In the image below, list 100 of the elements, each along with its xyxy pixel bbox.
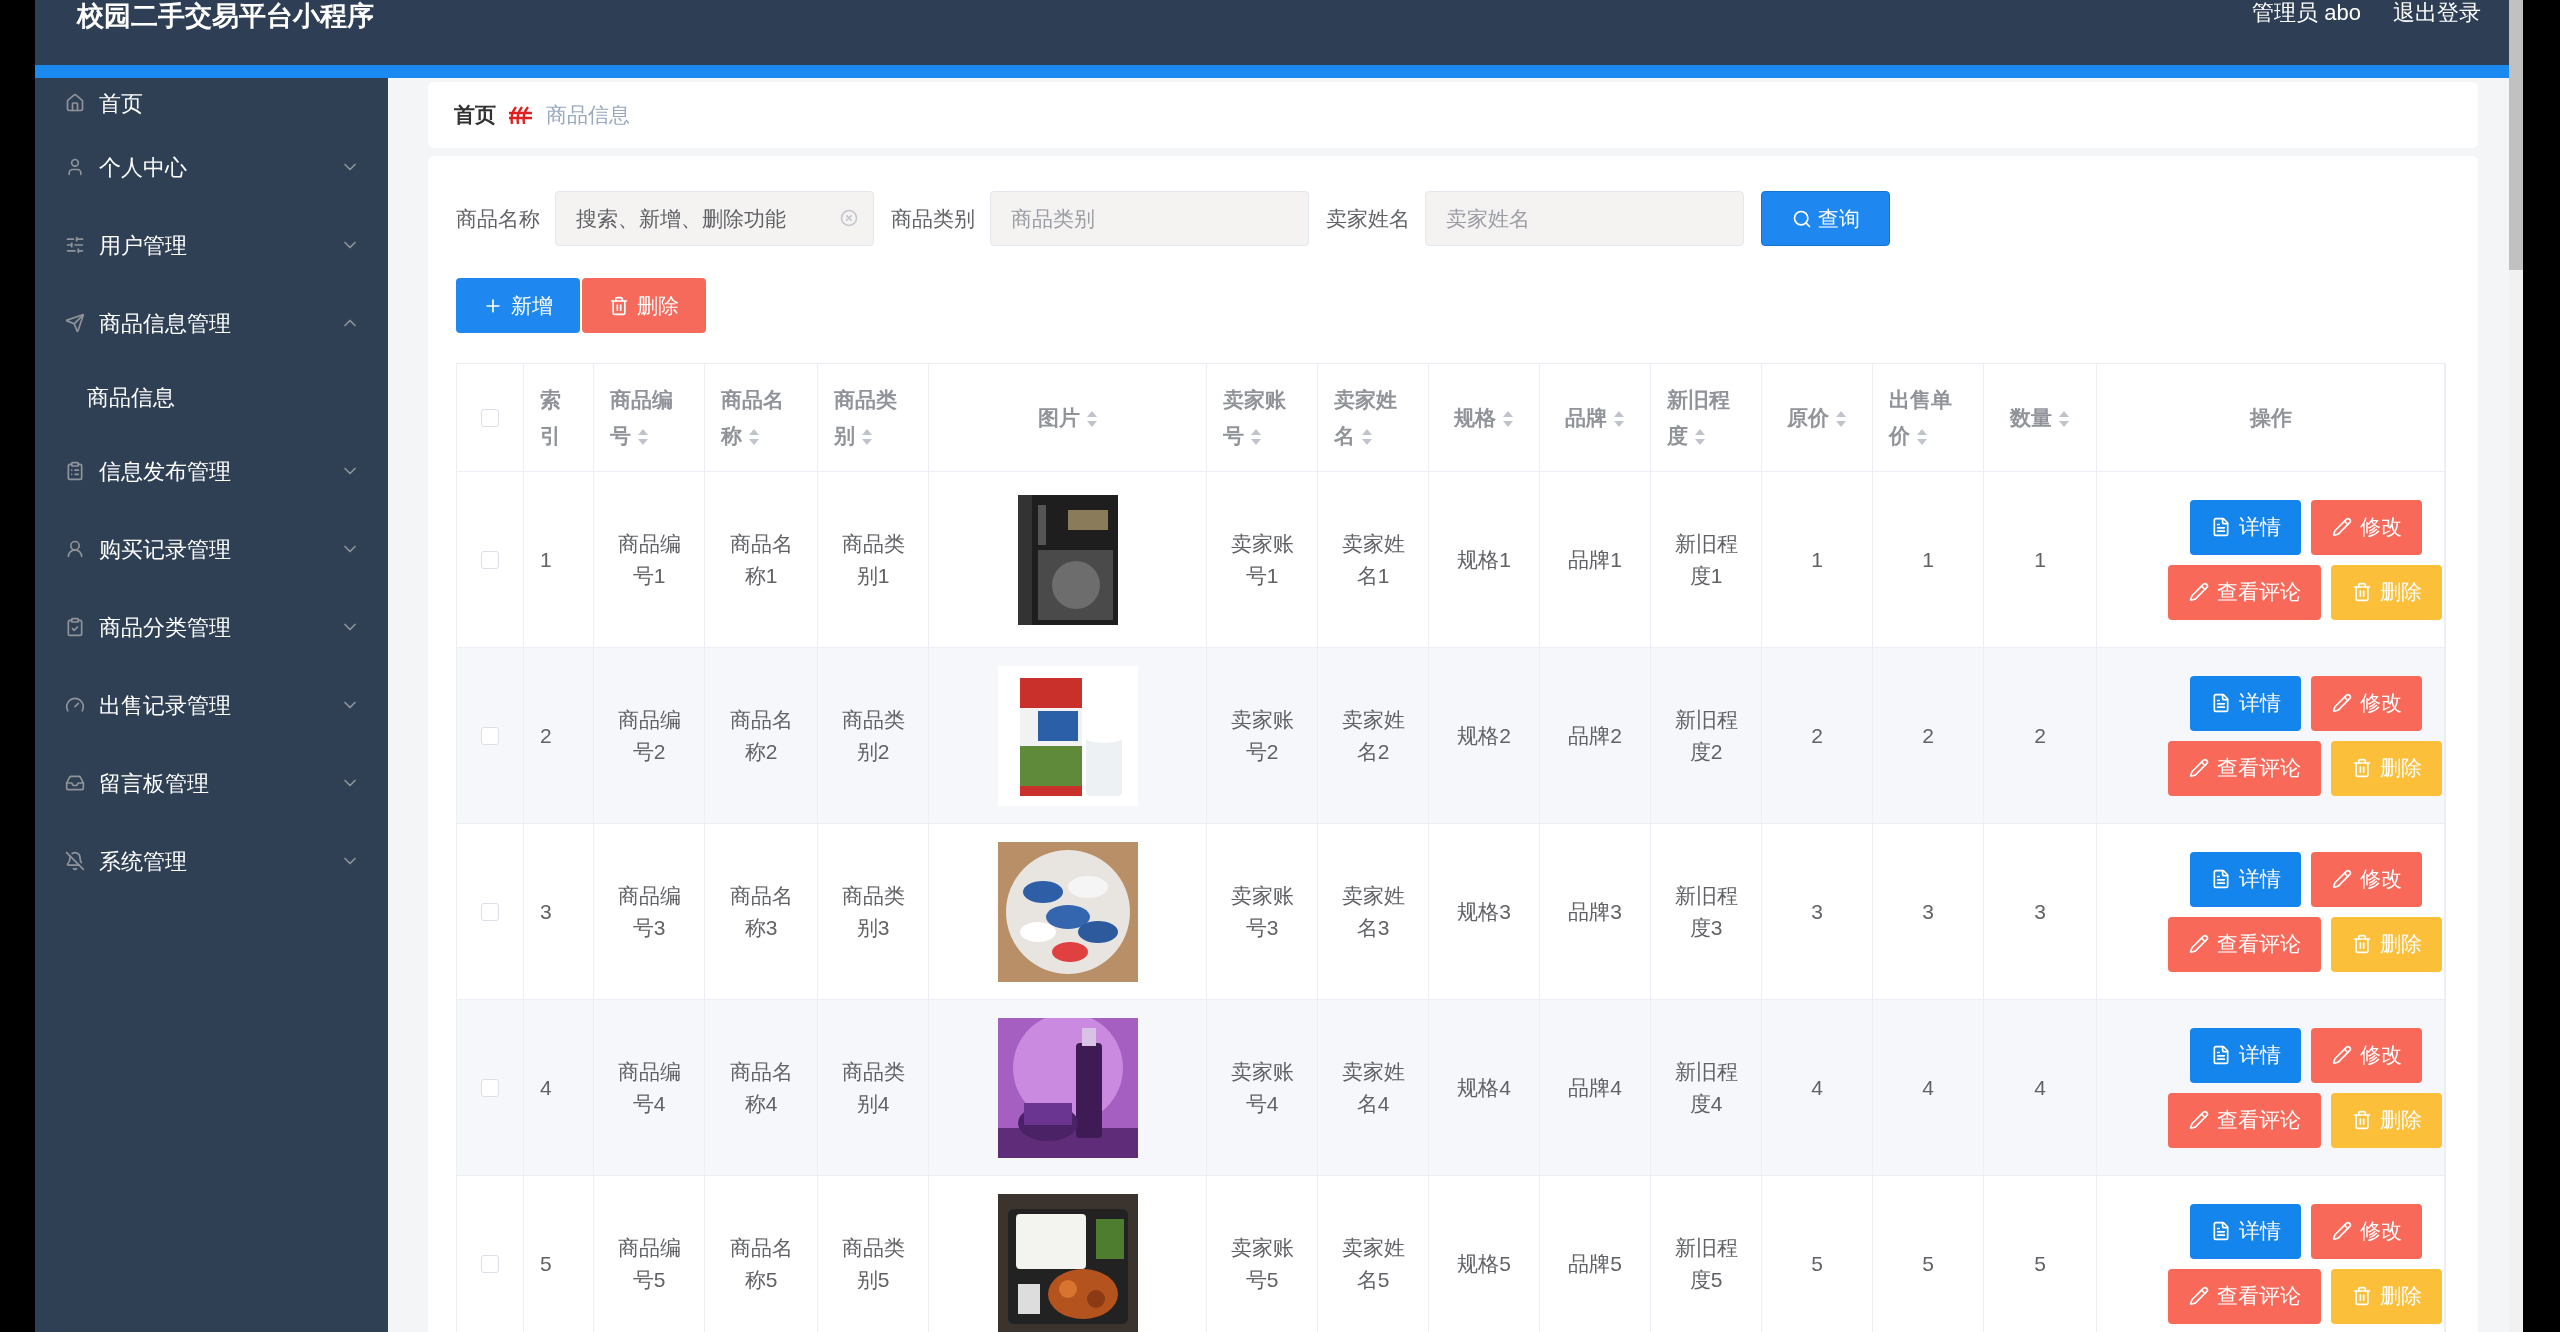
comments-button[interactable]: 查看评论 — [2168, 564, 2321, 620]
sort-icon[interactable] — [2058, 409, 2070, 428]
column-header[interactable]: 原价 — [1787, 399, 1847, 436]
column-header[interactable]: 图片 — [1037, 399, 1098, 436]
row-checkbox[interactable] — [481, 726, 499, 745]
sidebar-item[interactable]: 首页 — [35, 78, 388, 128]
table-cell-text: 商品名称4 — [728, 1058, 794, 1117]
row-checkbox[interactable] — [481, 550, 499, 569]
add-button[interactable]: 新增 — [456, 278, 580, 333]
home-icon — [65, 93, 85, 113]
sort-icon[interactable] — [861, 427, 873, 446]
table-cell-text: 商品类别2 — [840, 706, 906, 765]
table-cell-text: 1 — [1922, 546, 1934, 573]
search-field[interactable]: 搜索、新增、删除功能 — [555, 191, 874, 246]
comments-button[interactable]: 查看评论 — [2168, 740, 2321, 796]
comments-button[interactable]: 查看评论 — [2168, 1092, 2321, 1148]
send-icon — [65, 313, 85, 333]
sidebar-item[interactable]: 购买记录管理 — [35, 510, 388, 588]
column-header[interactable]: 商品名称 — [721, 381, 801, 454]
row-checkbox[interactable] — [481, 902, 499, 921]
delete-button[interactable]: 删除 — [2331, 1268, 2442, 1324]
search-field[interactable]: 卖家姓名 — [1425, 191, 1744, 246]
table-cell-text: 卖家姓名2 — [1340, 706, 1406, 765]
edit-button[interactable]: 修改 — [2311, 851, 2422, 907]
sidebar-item[interactable]: 用户管理 — [35, 206, 388, 284]
app-title: 校园二手交易平台小程序 — [77, 0, 374, 32]
sidebar-item[interactable]: 商品信息管理 — [35, 284, 388, 362]
sort-icon[interactable] — [748, 427, 760, 446]
breadcrumb-link[interactable]: 首页 — [454, 99, 496, 131]
sidebar-item[interactable]: 个人中心 — [35, 128, 388, 206]
edit-button[interactable]: 修改 — [2311, 1203, 2422, 1259]
column-header[interactable]: 新旧程度 — [1667, 381, 1745, 454]
table-cell-text: 3 — [1922, 898, 1934, 925]
table-cell-text: 3 — [1811, 898, 1823, 925]
column-header[interactable]: 规格 — [1454, 399, 1514, 436]
table-cell-text: 品牌5 — [1568, 1250, 1622, 1277]
sort-icon[interactable] — [637, 427, 649, 446]
table-cell-text: 卖家账号4 — [1229, 1058, 1295, 1117]
comments-button[interactable]: 查看评论 — [2168, 1268, 2321, 1324]
column-header[interactable]: 卖家姓名 — [1334, 381, 1412, 454]
table-cell-text: 规格2 — [1457, 722, 1511, 749]
breadcrumb-link[interactable]: 商品信息 — [546, 99, 630, 131]
sort-icon[interactable] — [1694, 427, 1706, 446]
sort-icon[interactable] — [1502, 409, 1514, 428]
sort-icon[interactable] — [1085, 409, 1098, 428]
comments-button[interactable]: 查看评论 — [2168, 916, 2321, 972]
column-header[interactable]: 品牌 — [1565, 399, 1625, 436]
column-header[interactable]: 商品类别 — [834, 381, 912, 454]
column-header[interactable]: 卖家账号 — [1223, 381, 1301, 454]
table-cell-text: 新旧程度5 — [1673, 1234, 1739, 1293]
delete-button[interactable]: 删除 — [582, 278, 706, 333]
table-cell-text: 商品名称1 — [728, 530, 794, 589]
edit-button[interactable]: 修改 — [2311, 1027, 2422, 1083]
sidebar-item[interactable]: 留言板管理 — [35, 744, 388, 822]
select-all-checkbox[interactable] — [481, 408, 499, 427]
scrollbar[interactable] — [2509, 0, 2523, 1332]
details-button[interactable]: 详情 — [2190, 499, 2301, 555]
clear-icon[interactable] — [840, 209, 858, 227]
trash-icon — [2351, 934, 2372, 954]
details-button[interactable]: 详情 — [2190, 1027, 2301, 1083]
sort-icon[interactable] — [1613, 409, 1625, 428]
sidebar-item[interactable]: 系统管理 — [35, 822, 388, 900]
table-row[interactable]: 2 商品编号2 商品名称2 商品类别2 卖家账号2 卖家姓名2 规格2 品牌2 新旧程度2 2 2 2 详情 修改 查看评论 删除 — [457, 648, 2445, 824]
table-cell-text: 2 — [1922, 722, 1934, 749]
inbox-icon — [65, 773, 85, 793]
sort-icon[interactable] — [1835, 409, 1847, 428]
table-row[interactable]: 3 商品编号3 商品名称3 商品类别3 卖家账号3 卖家姓名3 规格3 品牌3 新旧程度3 3 3 3 详情 修改 查看评论 删除 — [457, 824, 2445, 1000]
table-cell-text: 1 — [1811, 546, 1823, 573]
delete-button[interactable]: 删除 — [2331, 1092, 2442, 1148]
sort-icon[interactable] — [1916, 427, 1928, 446]
table-cell-text: 商品名称5 — [728, 1234, 794, 1293]
column-header[interactable]: 数量 — [2010, 399, 2070, 436]
bell-off-icon — [65, 851, 85, 871]
sort-icon[interactable] — [1250, 427, 1262, 446]
sidebar-item[interactable]: 商品分类管理 — [35, 588, 388, 666]
table-cell-text: 5 — [540, 1250, 552, 1277]
details-button[interactable]: 详情 — [2190, 1203, 2301, 1259]
sort-icon[interactable] — [1361, 427, 1373, 446]
search-field[interactable]: 商品类别 — [990, 191, 1309, 246]
details-button[interactable]: 详情 — [2190, 675, 2301, 731]
sidebar-item[interactable]: 出售记录管理 — [35, 666, 388, 744]
logout-link[interactable]: 退出登录 — [2393, 0, 2481, 26]
table-row[interactable]: 4 商品编号4 商品名称4 商品类别4 卖家账号4 卖家姓名4 规格4 品牌4 新旧程度4 4 4 4 详情 修改 查看评论 删除 — [457, 1000, 2445, 1176]
row-checkbox[interactable] — [481, 1254, 499, 1273]
search-button[interactable]: 查询 — [1761, 191, 1890, 246]
table-cell-text: 卖家账号1 — [1229, 530, 1295, 589]
column-header[interactable]: 出售单价 — [1889, 381, 1967, 454]
table-cell-text: 1 — [540, 546, 552, 573]
column-header[interactable]: 商品编号 — [610, 381, 688, 454]
edit-button[interactable]: 修改 — [2311, 499, 2422, 555]
table-cell-text: 1 — [2034, 546, 2046, 573]
details-button[interactable]: 详情 — [2190, 851, 2301, 907]
delete-button[interactable]: 删除 — [2331, 740, 2442, 796]
delete-button[interactable]: 删除 — [2331, 916, 2442, 972]
delete-button[interactable]: 删除 — [2331, 564, 2442, 620]
sidebar-subitem[interactable]: 商品信息 — [35, 362, 388, 432]
sidebar-item[interactable]: 信息发布管理 — [35, 432, 388, 510]
table-row[interactable]: 1 商品编号1 商品名称1 商品类别1 卖家账号1 卖家姓名1 规格1 品牌1 新旧程度1 1 1 1 详情 修改 查看评论 删除 — [457, 472, 2445, 648]
edit-button[interactable]: 修改 — [2311, 675, 2422, 731]
row-checkbox[interactable] — [481, 1078, 499, 1097]
